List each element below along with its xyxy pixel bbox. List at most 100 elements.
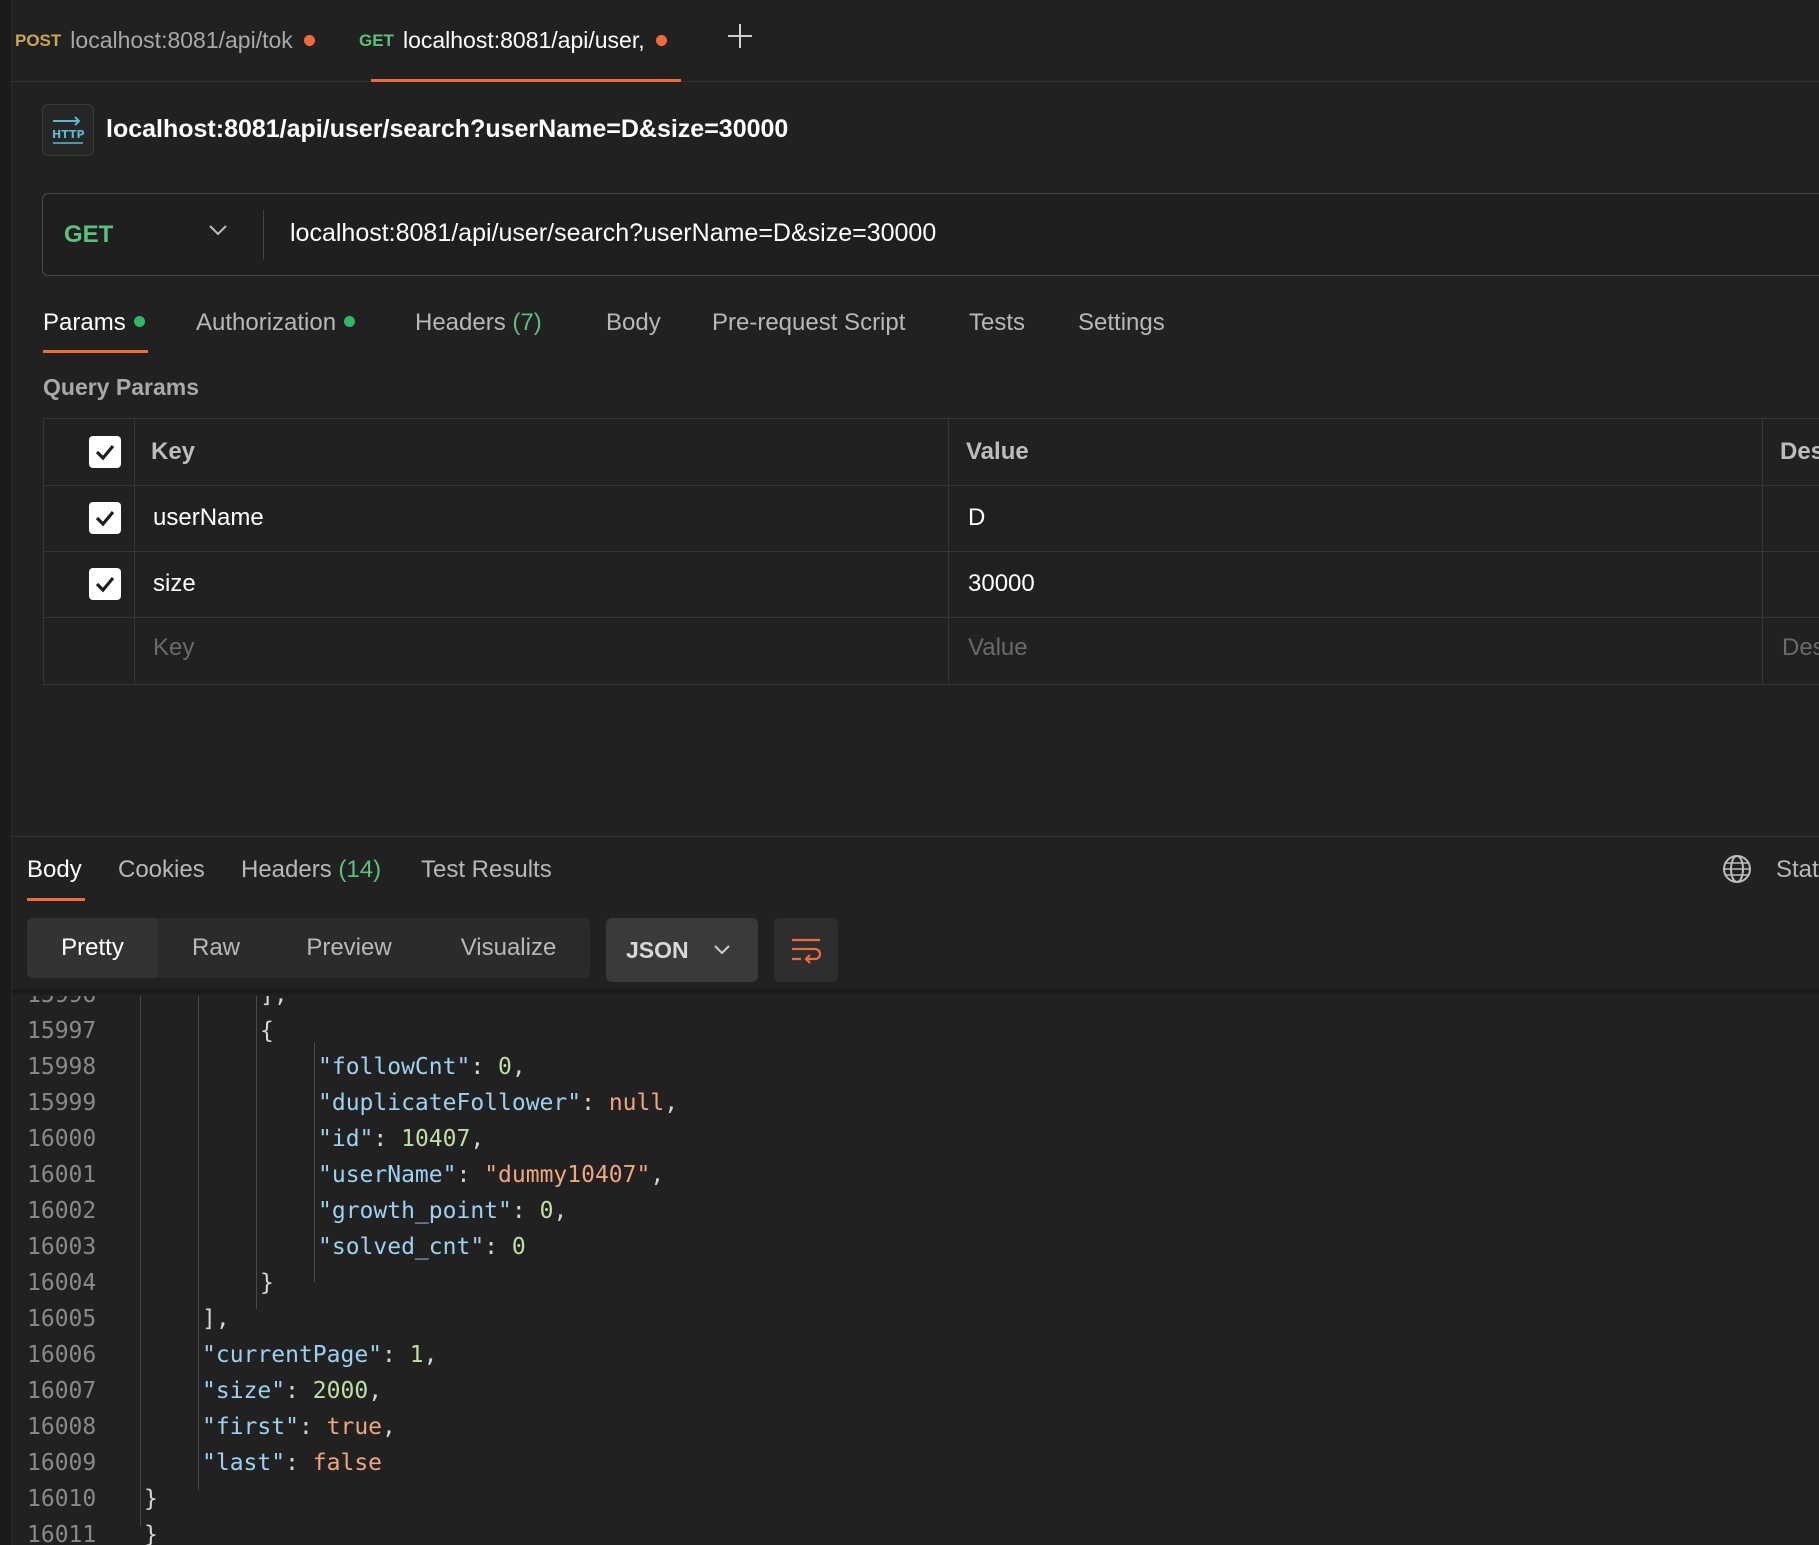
check-icon [95,444,115,461]
code-text: "size": 2000, [202,1373,382,1409]
view-mode-raw[interactable]: Raw [166,918,266,978]
tab-label: Authorization [196,309,337,336]
line-number: 16007 [27,1378,97,1404]
code-text: "last": false [202,1445,382,1481]
line-number: 16005 [27,1306,97,1332]
tab-get-user-search[interactable]: GET localhost:8081/api/user, [359,0,667,81]
line-number: 15997 [27,1018,97,1044]
tab-label: localhost:8081/api/tok [70,27,293,53]
method-dropdown[interactable]: GET [42,193,262,276]
json-key: "userName" [318,1162,457,1188]
json-key: "currentPage" [202,1342,383,1368]
line-number: 16004 [27,1270,97,1296]
json-punctuation: , [511,1054,526,1080]
description-placeholder[interactable]: Des [1782,631,1819,665]
tab-label: Pre-request Script [712,309,906,336]
json-separator: : [285,1378,313,1404]
tab-label: Settings [1078,309,1165,336]
code-text: ], [260,996,288,1013]
chevron-down-icon [207,223,229,242]
response-tab-cookies[interactable]: Cookies [118,852,205,888]
json-value: true [326,1414,383,1440]
line-number: 16008 [27,1414,97,1440]
view-mode-pretty[interactable]: Pretty [27,918,158,978]
row-checkbox[interactable] [89,568,121,600]
format-dropdown[interactable]: JSON [606,918,758,982]
tab-method: GET [359,30,394,50]
json-punctuation: , [553,1198,568,1224]
json-key: "growth_point" [318,1198,512,1224]
json-value: 1 [409,1342,424,1368]
globe-icon[interactable] [1721,853,1753,885]
status-label: Stat [1776,856,1819,883]
response-body-editor[interactable]: 15996], 15997 {15998 "followCnt": 0, 15999 "d… [12,996,1819,1545]
response-divider[interactable] [12,836,1819,837]
view-mode-visualize[interactable]: Visualize [446,918,571,978]
param-value[interactable]: 30000 [968,567,1035,601]
table-row: userName D [44,485,1819,552]
json-value: 0 [498,1054,512,1080]
tab-headers[interactable]: Headers (7) [415,305,542,341]
json-key: "first" [202,1414,299,1440]
query-params-table: Key Value Des userName D size 30000 Key … [43,418,1819,685]
code-text: "id": 10407, [318,1121,484,1157]
active-tab-indicator [43,350,148,353]
line-number: 16003 [27,1234,97,1260]
param-key[interactable]: userName [153,501,264,535]
param-value[interactable]: D [968,501,985,535]
line-number: 16002 [27,1198,97,1224]
table-row-empty: Key Value Des [44,617,1819,683]
new-tab-plus-icon[interactable] [722,18,758,54]
tab-params[interactable]: Params [43,305,145,341]
code-text: "currentPage": 1, [202,1337,437,1373]
tab-label: Headers [241,856,332,883]
value-placeholder[interactable]: Value [968,631,1028,665]
json-punctuation: , [423,1342,438,1368]
row-checkbox[interactable] [89,502,121,534]
response-tab-headers[interactable]: Headers (14) [241,852,381,888]
tab-settings[interactable]: Settings [1078,305,1165,341]
url-input[interactable] [290,215,1790,251]
tab-label: Params [43,309,126,336]
tab-post-token[interactable]: POST localhost:8081/api/tok [15,0,315,81]
param-key[interactable]: size [153,567,196,601]
json-separator: : [373,1126,402,1152]
key-placeholder[interactable]: Key [153,631,194,665]
json-punctuation: , [650,1162,665,1188]
line-number: 16010 [27,1486,97,1512]
active-dot [344,316,356,328]
json-separator: : [470,1054,499,1080]
http-icon: HTTP [42,104,94,156]
json-value: 0 [511,1234,526,1260]
json-punctuation: , [470,1126,485,1152]
response-tab-test-results[interactable]: Test Results [421,852,552,888]
check-icon [95,510,115,527]
code-text: ], [202,1306,230,1332]
view-mode-preview[interactable]: Preview [290,918,408,978]
tab-tests[interactable]: Tests [969,305,1025,341]
select-all-checkbox[interactable] [89,436,121,468]
json-key: "solved_cnt" [318,1234,485,1260]
json-value: 0 [539,1198,554,1224]
line-number: 15996 [27,996,117,1013]
tab-pre-request-script[interactable]: Pre-request Script [712,305,905,341]
tab-authorization[interactable]: Authorization [196,305,356,341]
column-header-value: Value [966,438,1029,465]
headers-count: (7) [512,309,542,336]
code-text: "duplicateFollower": null, [318,1085,678,1121]
line-number: 16006 [27,1342,97,1368]
response-tab-body[interactable]: Body [27,852,82,888]
query-params-label: Query Params [43,374,199,400]
method-value: GET [64,220,114,248]
json-separator: : [484,1234,512,1260]
line-number: 16001 [27,1162,97,1188]
json-separator: : [511,1198,540,1224]
json-value: "dummy10407" [484,1162,651,1188]
wrap-lines-icon[interactable] [774,918,838,982]
json-value: 2000 [312,1378,369,1404]
headers-count: (14) [338,856,382,883]
code-text: { [260,1018,274,1044]
request-title[interactable]: localhost:8081/api/user/search?userName=… [106,110,788,148]
json-key: "followCnt" [318,1054,471,1080]
tab-body[interactable]: Body [606,305,661,341]
